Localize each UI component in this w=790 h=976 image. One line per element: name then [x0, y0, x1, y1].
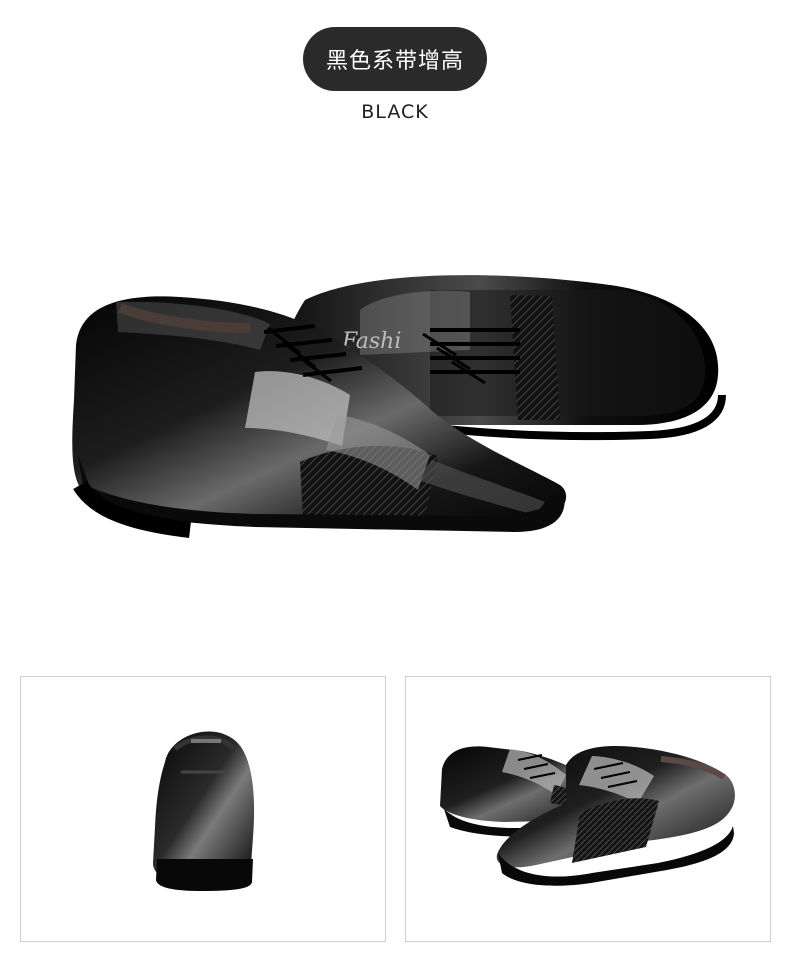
thumbnail-pair-svg — [440, 746, 735, 886]
thumbnail-back-view[interactable] — [20, 676, 386, 942]
thumbnail-pair-view[interactable] — [405, 676, 771, 942]
hero-shoe-svg: Fashi — [72, 275, 726, 538]
thumbnail-back-svg — [153, 731, 255, 891]
title-badge: 黑色系带增高 — [303, 27, 487, 91]
hero-shoe-image: Fashi — [0, 230, 790, 600]
color-subtitle: BLACK — [361, 101, 429, 123]
